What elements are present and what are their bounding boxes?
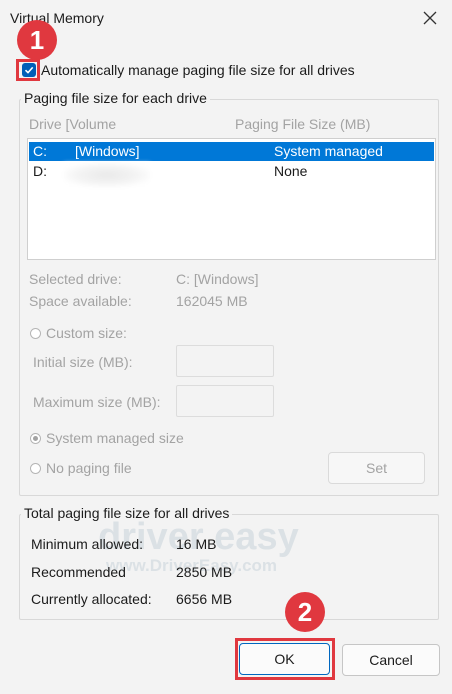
maximum-size-label: Maximum size (MB): — [33, 394, 161, 410]
drive-size: System managed — [274, 143, 383, 159]
auto-manage-label[interactable]: Automatically manage paging file size fo… — [41, 62, 355, 78]
initial-size-label: Initial size (MB): — [33, 354, 133, 370]
selected-drive-label: Selected drive: — [29, 271, 122, 287]
recommended-label: Recommended — [31, 564, 126, 580]
currently-allocated-value: 6656 MB — [176, 591, 233, 607]
drive-letter: C: — [33, 143, 47, 159]
drive-volume: [Windows] — [75, 143, 140, 159]
currently-allocated-label: Currently allocated: — [31, 591, 152, 607]
highlight-ok — [235, 638, 335, 680]
callout-one: 1 — [17, 20, 57, 60]
minimum-allowed-label: Minimum allowed: — [31, 536, 144, 552]
space-available-label: Space available: — [29, 293, 132, 309]
system-managed-label: System managed size — [46, 430, 184, 446]
each-drive-group-label: Paging file size for each drive — [21, 90, 210, 106]
cancel-button[interactable]: Cancel — [342, 644, 440, 676]
maximum-size-input[interactable] — [176, 385, 274, 417]
set-button[interactable]: Set — [328, 452, 425, 484]
recommended-value: 2850 MB — [176, 564, 233, 580]
close-icon — [423, 11, 437, 25]
custom-size-label: Custom size: — [46, 325, 127, 341]
drive-size: None — [274, 163, 308, 179]
initial-size-input[interactable] — [176, 345, 274, 377]
selected-drive-value: C: [Windows] — [176, 271, 259, 287]
close-button[interactable] — [418, 6, 442, 30]
redacted-volume — [64, 163, 150, 187]
no-paging-radio[interactable] — [30, 463, 41, 474]
drive-list[interactable]: C: [Windows] System managed D: None — [27, 138, 436, 260]
header-paging-size: Paging File Size (MB) — [235, 116, 371, 132]
minimum-allowed-value: 16 MB — [176, 536, 217, 552]
highlight-checkbox — [16, 59, 40, 81]
drive-letter: D: — [33, 163, 47, 179]
drive-row-c[interactable]: C: [Windows] System managed — [29, 142, 434, 161]
callout-two: 2 — [285, 592, 325, 632]
custom-size-radio[interactable] — [30, 328, 41, 339]
space-available-value: 162045 MB — [176, 293, 248, 309]
header-drive-volume: Drive [Volume — [29, 116, 117, 132]
system-managed-radio[interactable] — [30, 433, 41, 444]
no-paging-label: No paging file — [46, 460, 132, 476]
